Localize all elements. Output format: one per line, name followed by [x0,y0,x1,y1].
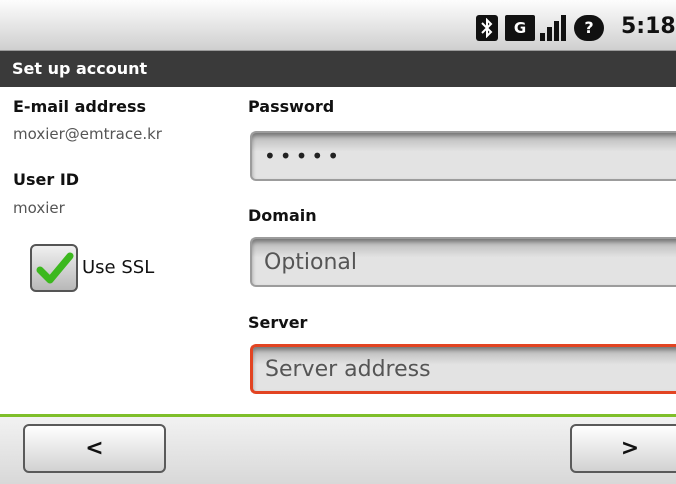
use-ssl-label[interactable]: Use SSL [82,257,154,278]
checkmark-icon [36,252,74,284]
gsm-data-icon: G [505,15,535,41]
password-field[interactable] [250,131,676,181]
status-bar: G ? 5:18 [0,0,676,51]
userid-value: moxier [13,199,65,217]
bluetooth-icon [476,15,498,41]
status-clock: 5:18 [621,14,676,39]
use-ssl-checkbox[interactable] [30,244,78,292]
domain-label: Domain [248,206,317,225]
previous-button[interactable]: < [23,424,166,473]
email-label: E-mail address [13,97,147,116]
alarm-icon: ? [574,15,604,41]
server-label: Server [248,313,308,332]
server-field[interactable] [250,344,676,394]
signal-strength-icon [540,15,566,41]
title-bar: Set up account [0,51,676,87]
page-title: Set up account [12,59,148,78]
domain-field[interactable] [250,237,676,287]
next-button[interactable]: > [570,424,676,473]
password-label: Password [248,97,335,116]
userid-label: User ID [13,170,80,189]
email-value: moxier@emtrace.kr [13,125,162,143]
